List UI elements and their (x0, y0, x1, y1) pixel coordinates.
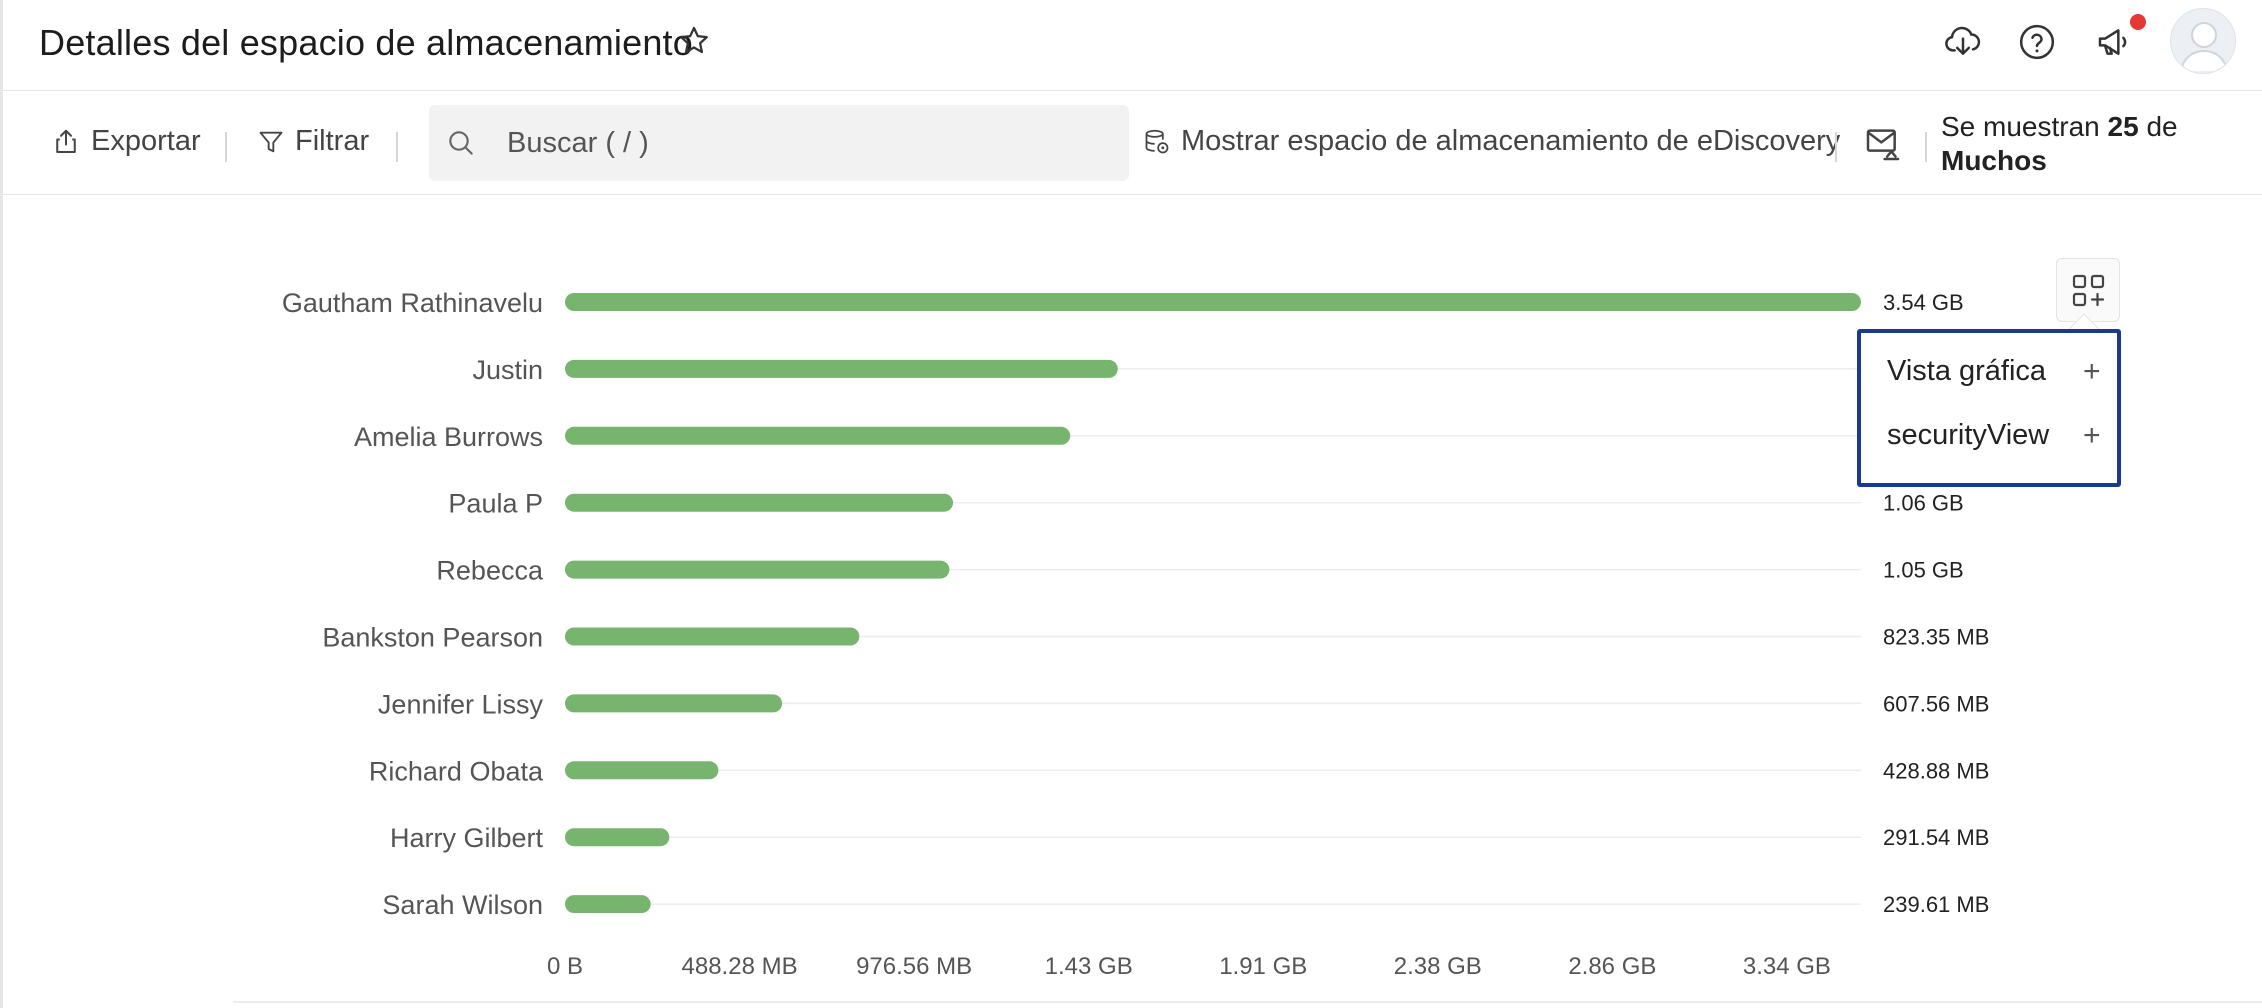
data-label: 1.06 GB (1883, 491, 1964, 516)
bar[interactable] (565, 560, 950, 579)
database-eye-icon (1145, 129, 1169, 153)
menu-item-label: securityView (1887, 419, 2050, 451)
search-field[interactable] (429, 105, 1129, 181)
help-icon[interactable] (2017, 22, 2057, 62)
data-label: 239.61 MB (1883, 892, 1989, 917)
bottom-divider (233, 1001, 2262, 1003)
user-avatar-icon (2180, 22, 2228, 72)
category-label: Bankston Pearson (322, 623, 543, 653)
storage-details-page: Detalles del espacio de almacenamiento E… (0, 0, 2262, 1008)
plus-icon[interactable]: + (2083, 355, 2101, 389)
notification-badge (2130, 14, 2146, 30)
data-label: 1.05 GB (1883, 558, 1964, 583)
page-title: Detalles del espacio de almacenamiento (39, 22, 693, 63)
export-label: Exportar (91, 125, 201, 157)
bar[interactable] (565, 493, 954, 512)
category-label: Harry Gilbert (390, 823, 544, 853)
toolbar-divider (1835, 132, 1837, 162)
bar[interactable] (565, 293, 1861, 311)
data-label: 428.88 MB (1883, 758, 1989, 783)
export-icon (56, 129, 76, 153)
x-tick-label: 0 B (547, 953, 583, 980)
data-label: 607.56 MB (1883, 691, 1989, 716)
toolbar-divider (1925, 132, 1927, 162)
toolbar: Exportar Filtrar Mostrar (3, 92, 2262, 195)
count-value: 25 (2107, 111, 2139, 142)
filter-button[interactable]: Filtrar (257, 125, 369, 158)
chart-view-popup: Vista gráfica + securityView + (1857, 329, 2121, 487)
announcement-icon[interactable] (2095, 22, 2135, 62)
menu-item-label: Vista gráfica (1887, 355, 2047, 387)
x-tick-label: 1.43 GB (1045, 953, 1133, 980)
search-input[interactable] (507, 105, 1107, 181)
toolbar-divider (396, 132, 398, 162)
category-label: Rebecca (436, 556, 544, 586)
data-label: 3.54 GB (1883, 290, 1964, 315)
grid-add-icon (2072, 274, 2105, 307)
x-tick-label: 2.38 GB (1394, 953, 1482, 980)
storage-bar-chart: Gautham Rathinavelu 3.54 GB Justin Amelia B… (3, 196, 2262, 1008)
menu-item-security-view[interactable]: securityView + (1887, 419, 2101, 452)
count-prefix: Se muestran (1941, 111, 2100, 142)
bar[interactable] (565, 426, 1071, 445)
x-tick-label: 3.34 GB (1743, 953, 1831, 980)
search-icon (449, 131, 473, 155)
filter-icon (259, 131, 283, 152)
category-label: Amelia Burrows (354, 422, 543, 452)
x-tick-label: 2.86 GB (1568, 953, 1656, 980)
bar[interactable] (565, 828, 670, 847)
category-label: Gautham Rathinavelu (282, 288, 543, 318)
scheduled-report-icon[interactable] (1863, 124, 1903, 164)
category-label: Justin (472, 355, 543, 385)
record-count: Se muestran 25 de Muchos (1941, 110, 2178, 178)
data-label: 291.54 MB (1883, 825, 1989, 850)
avatar[interactable] (2170, 8, 2236, 74)
bar[interactable] (565, 627, 860, 646)
filter-label: Filtrar (295, 125, 370, 157)
category-label: Paula P (448, 489, 543, 519)
x-tick-label: 488.28 MB (682, 953, 798, 980)
chart-svg: Gautham Rathinavelu 3.54 GB Justin Amelia B… (282, 288, 1990, 980)
bar[interactable] (565, 694, 783, 713)
category-label: Richard Obata (369, 756, 544, 786)
plus-icon[interactable]: + (2083, 419, 2101, 453)
ediscovery-toggle[interactable]: Mostrar espacio de almacenamiento de eDi… (1143, 125, 1840, 158)
star-icon[interactable] (677, 24, 711, 58)
bar[interactable] (565, 359, 1118, 378)
x-tick-label: 976.56 MB (856, 953, 972, 980)
page-header: Detalles del espacio de almacenamiento (3, 0, 2262, 91)
export-button[interactable]: Exportar (51, 125, 201, 158)
toolbar-divider (225, 132, 227, 162)
cloud-download-icon[interactable] (1943, 22, 1983, 62)
ediscovery-label: Mostrar espacio de almacenamiento de eDi… (1181, 125, 1841, 157)
bar[interactable] (565, 761, 719, 780)
bar[interactable] (565, 895, 651, 914)
count-total: Muchos (1941, 145, 2047, 176)
menu-item-graph-view[interactable]: Vista gráfica + (1887, 355, 2101, 388)
data-label: 823.35 MB (1883, 625, 1989, 650)
x-tick-label: 1.91 GB (1219, 953, 1307, 980)
chart-view-menu-button[interactable] (2056, 258, 2120, 322)
count-mid: de (2146, 111, 2178, 142)
category-label: Jennifer Lissy (378, 689, 544, 719)
category-label: Sarah Wilson (382, 890, 543, 920)
